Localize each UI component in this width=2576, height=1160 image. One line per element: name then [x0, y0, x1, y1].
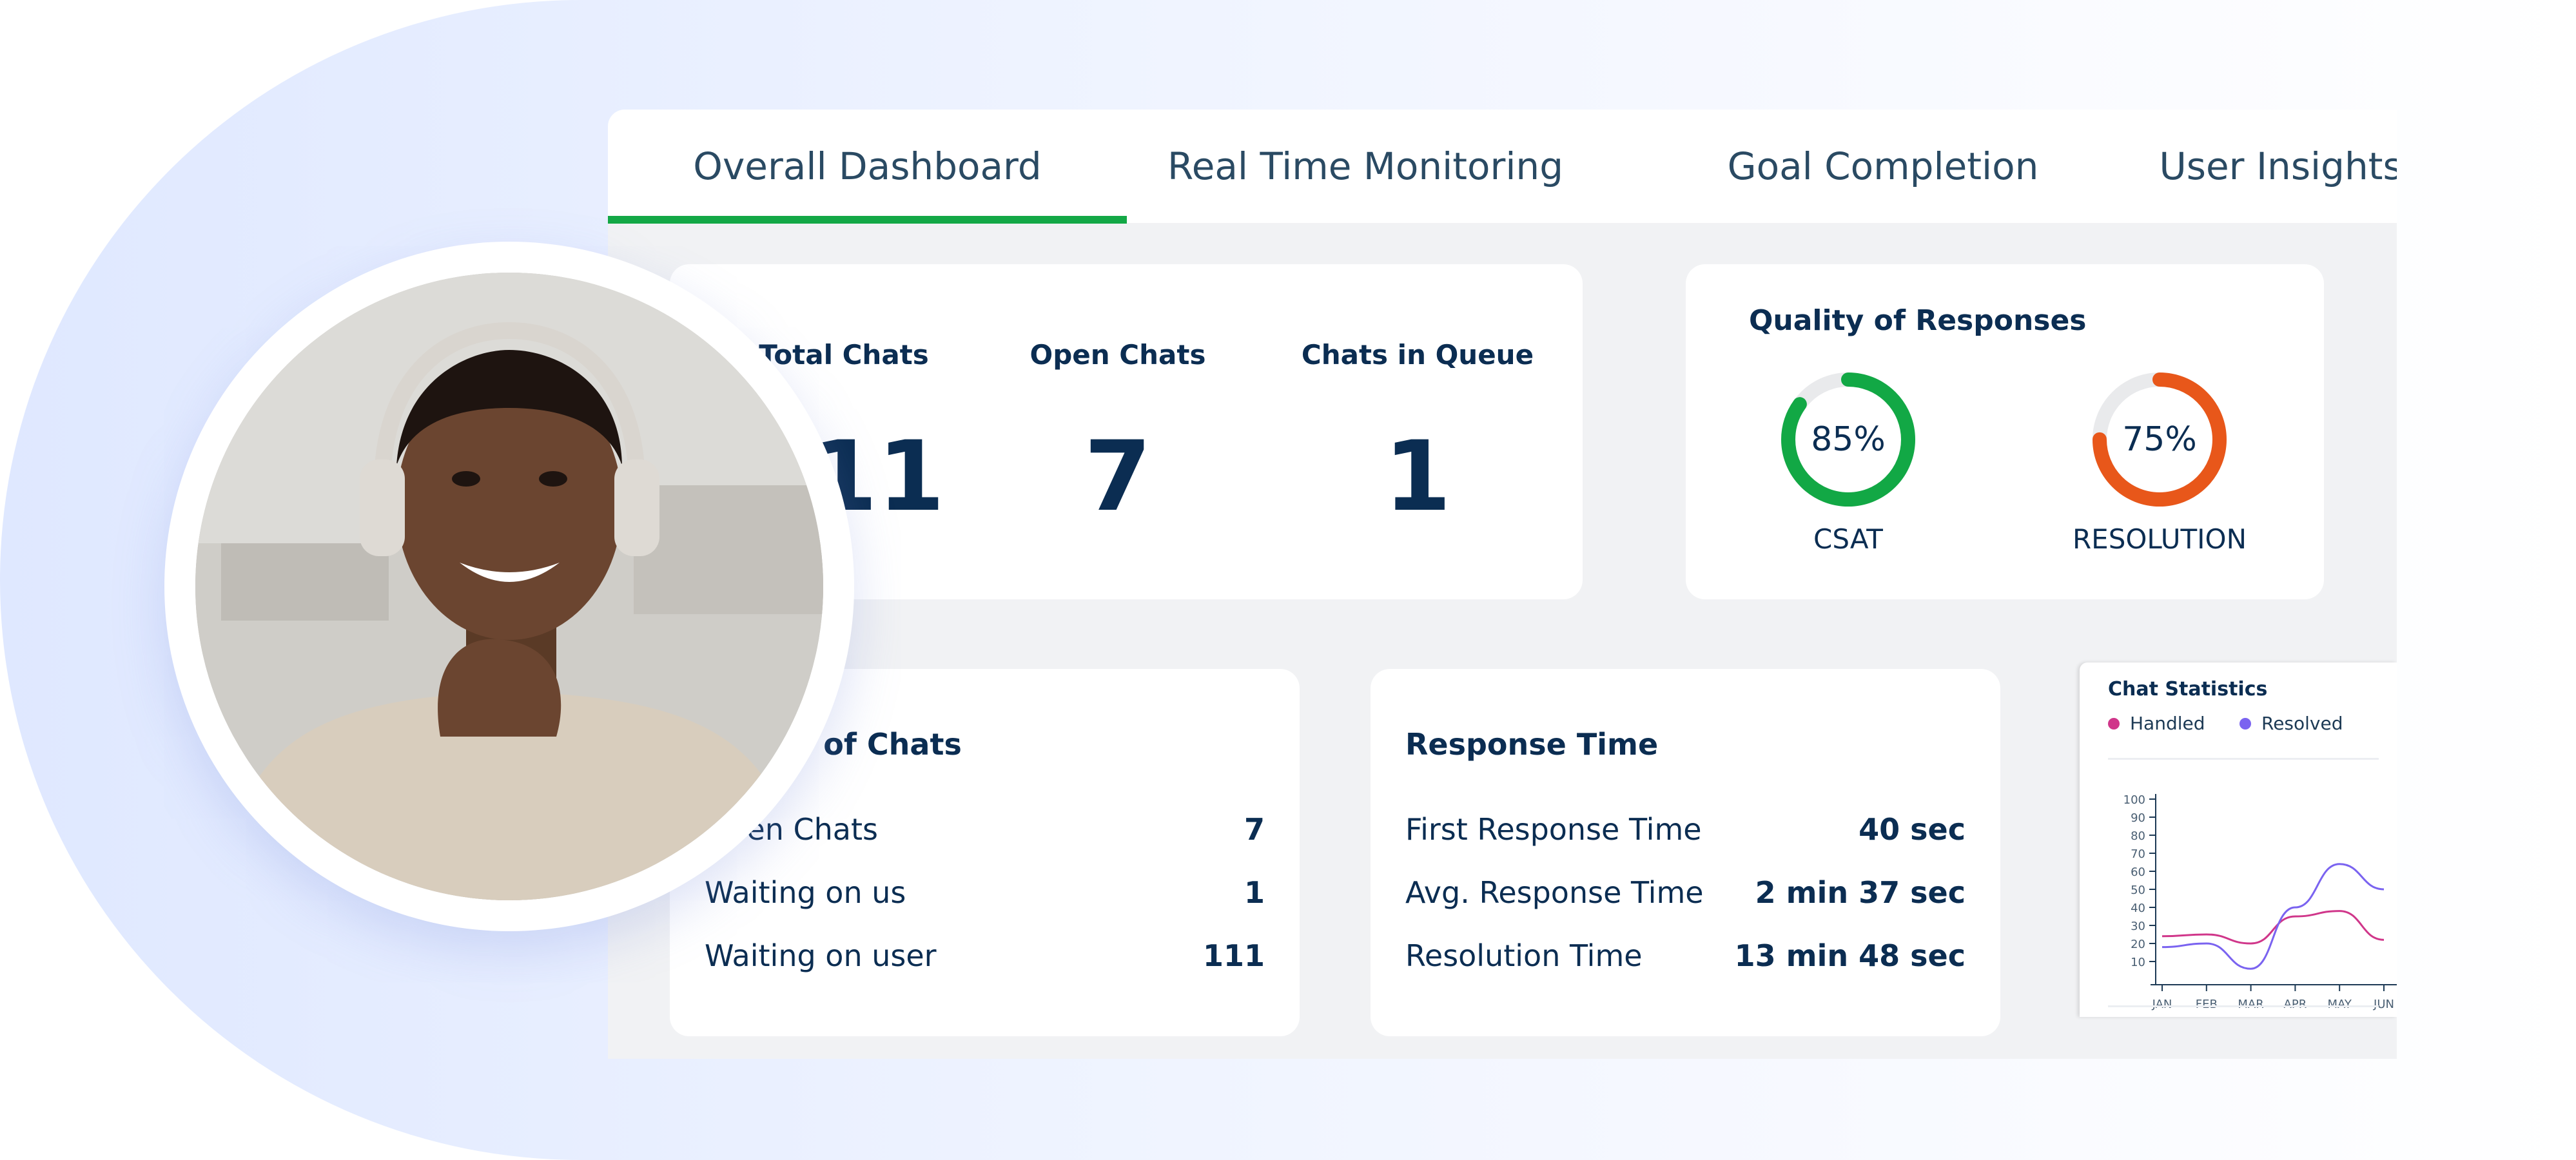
active-tab-indicator [608, 216, 1127, 224]
open-chats-value: 7 [1084, 421, 1152, 533]
quality-of-responses-card: Quality of Responses 85% CSAT 75% RESOLU… [1686, 264, 2324, 599]
chats-in-queue-value: 1 [1383, 421, 1452, 533]
response-row-value: 13 min 48 sec [1734, 938, 1966, 973]
status-row-value: 1 [1244, 875, 1265, 910]
response-row-label: First Response Time [1405, 812, 1702, 847]
open-chats-label: Open Chats [1029, 339, 1206, 371]
response-row: Resolution Time 13 min 48 sec [1405, 938, 1966, 977]
quality-title: Quality of Responses [1749, 304, 2087, 337]
status-row: Waiting on us 1 [705, 875, 1265, 914]
tab-goal-completion[interactable]: Goal Completion [1728, 110, 2039, 223]
dashboard-panel: Overall Dashboard Real Time Monitoring G… [608, 110, 2397, 1059]
chats-in-queue-label: Chats in Queue [1301, 339, 1534, 371]
tab-bar: Overall Dashboard Real Time Monitoring G… [608, 110, 2397, 224]
chart-bottom-divider [2108, 1005, 2379, 1007]
status-row-label: Waiting on user [705, 938, 937, 973]
status-row-value: 7 [1244, 812, 1265, 847]
tab-overall-dashboard[interactable]: Overall Dashboard [608, 110, 1127, 223]
resolution-value: 75% [2122, 420, 2197, 459]
response-row-label: Avg. Response Time [1405, 875, 1704, 910]
line-chart: 10 20 30 40 50 60 70 80 90 100 JAN FEB MAR APR MAY JUN [2123, 793, 2397, 1011]
response-row-label: Resolution Time [1405, 938, 1643, 973]
response-row-value: 40 sec [1859, 812, 1966, 847]
y-tick-label: 80 [2131, 829, 2145, 843]
tab-user-insights[interactable]: User Insights [2159, 110, 2397, 223]
status-row-value: 111 [1202, 938, 1265, 973]
x-tick-label: JUN [2373, 998, 2394, 1011]
agent-photo [195, 273, 823, 900]
csat-ring: 85% [1777, 369, 1919, 510]
y-tick-label: 70 [2131, 847, 2145, 861]
csat-value: 85% [1811, 420, 1886, 459]
x-tick-label: JAN [2152, 998, 2172, 1011]
resolution-label: RESOLUTION [2072, 523, 2247, 555]
status-row-label: Waiting on us [705, 875, 906, 910]
avatar [195, 273, 823, 900]
series-line-resolved [2161, 863, 2385, 970]
x-tick-label: APR [2284, 998, 2307, 1011]
x-tick-label: MAY [2327, 998, 2352, 1011]
x-tick-label: MAR [2238, 998, 2263, 1011]
y-tick-label: 60 [2131, 865, 2145, 879]
y-tick-label: 50 [2131, 884, 2145, 897]
response-row-value: 2 min 37 sec [1755, 875, 1966, 910]
y-tick-label: 30 [2131, 920, 2145, 933]
response-title: Response Time [1405, 727, 1659, 762]
resolution-ring: 75% [2089, 369, 2230, 510]
y-tick-label: 40 [2131, 902, 2145, 915]
status-row: Waiting on user 111 [705, 938, 1265, 977]
chat-statistics-card: Chat Statistics Handled Resolved 10 20 30 4… [2080, 662, 2397, 1017]
response-row: First Response Time 40 sec [1405, 812, 1966, 851]
y-tick-label: 20 [2131, 938, 2145, 951]
csat-label: CSAT [1813, 523, 1883, 555]
y-tick-label: 90 [2131, 811, 2145, 825]
tab-real-time-monitoring[interactable]: Real Time Monitoring [1167, 110, 1563, 223]
response-row: Avg. Response Time 2 min 37 sec [1405, 875, 1966, 914]
y-tick-label: 100 [2123, 793, 2145, 807]
status-row: Open Chats 7 [705, 812, 1265, 851]
response-time-card: Response Time First Response Time 40 sec… [1371, 669, 2000, 1036]
y-tick-label: 10 [2131, 956, 2145, 969]
x-tick-label: FEB [2196, 998, 2218, 1011]
